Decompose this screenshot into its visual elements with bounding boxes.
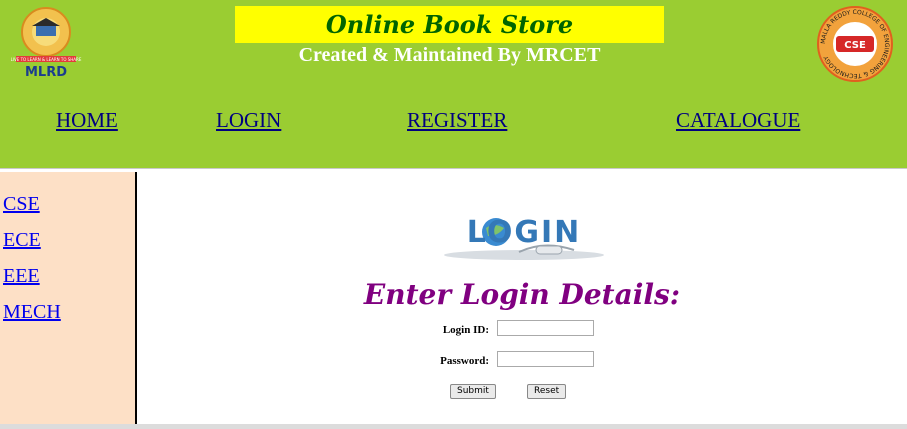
sidebar: CSE ECE EEE MECH: [0, 172, 137, 429]
site-title: Online Book Store: [325, 10, 574, 39]
login-id-input[interactable]: [497, 320, 594, 336]
submit-button[interactable]: Submit: [450, 384, 496, 399]
nav-home-link[interactable]: HOME: [56, 108, 118, 133]
login-logo-text: LOGIN: [467, 215, 581, 250]
password-row: Password:: [137, 351, 907, 371]
cse-college-logo: MALLA REDDY COLLEGE OF ENGINEERING & TEC…: [817, 6, 893, 82]
nav-catalogue-link[interactable]: CATALOGUE: [676, 108, 800, 133]
sidebar-link-ece[interactable]: ECE: [3, 229, 41, 252]
password-label: Password:: [440, 355, 489, 367]
logo-right-text: CSE: [844, 40, 866, 51]
sidebar-link-mech[interactable]: MECH: [3, 301, 61, 324]
login-heading: Enter Login Details:: [363, 278, 681, 311]
sidebar-link-cse[interactable]: CSE: [3, 193, 40, 216]
login-id-label: Login ID:: [442, 324, 489, 336]
reset-button[interactable]: Reset: [527, 384, 567, 399]
logo-left-text: MLRD: [25, 65, 67, 80]
mlrd-logo: LIVE TO LEARN & LEARN TO SHARE MLRD: [11, 7, 82, 80]
page-header: LIVE TO LEARN & LEARN TO SHARE MLRD Onli…: [0, 0, 907, 168]
password-input[interactable]: [497, 351, 594, 367]
logo-left-tagline: LIVE TO LEARN & LEARN TO SHARE: [11, 57, 82, 62]
site-subtitle: Created & Maintained By MRCET: [298, 44, 601, 66]
nav-login-link[interactable]: LOGIN: [216, 108, 281, 133]
nav-register-link[interactable]: REGISTER: [407, 108, 507, 133]
bottom-strip: [0, 424, 907, 429]
login-id-row: Login ID:: [137, 320, 907, 340]
main-content: LOGIN Enter Login Details: Login ID: Pas…: [137, 172, 907, 429]
sidebar-link-eee[interactable]: EEE: [3, 265, 40, 288]
title-banner: Online Book Store: [235, 6, 664, 43]
login-logo-image: LOGIN: [444, 215, 604, 260]
